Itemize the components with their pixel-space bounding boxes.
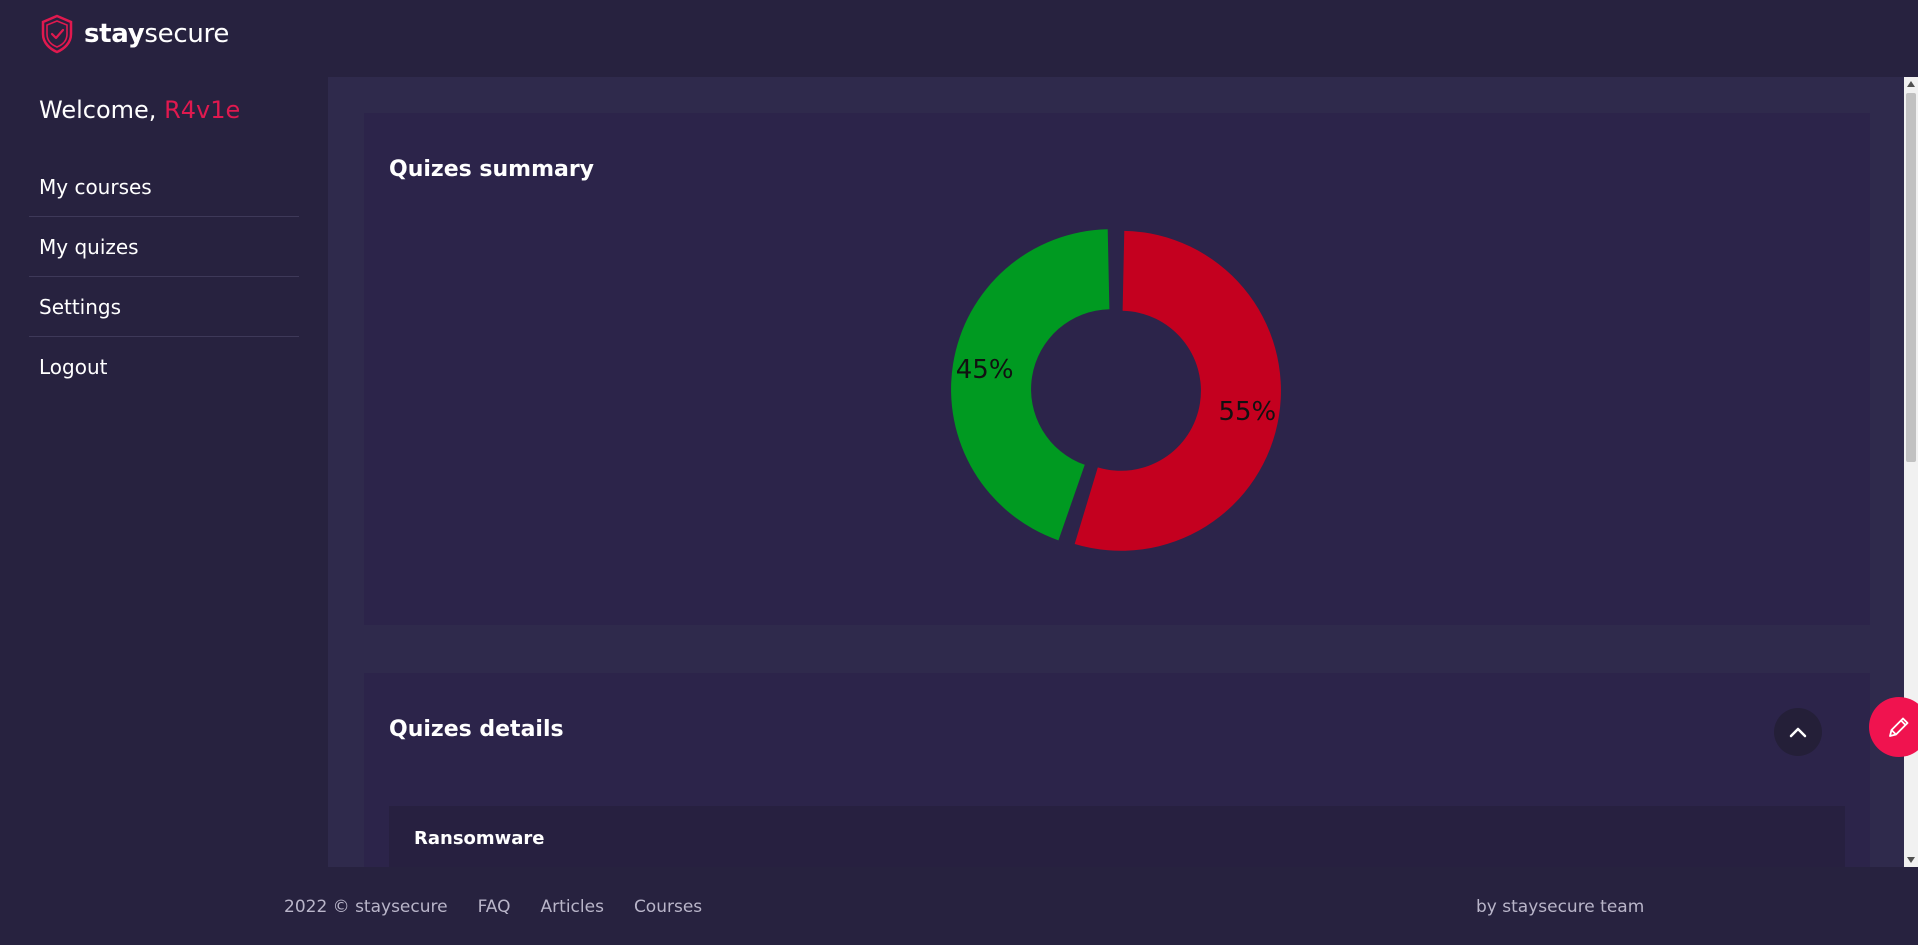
footer-copyright: 2022 © staysecure	[284, 897, 448, 917]
top-bar: staysecure	[0, 0, 1918, 77]
scroll-up-arrow-icon[interactable]	[1907, 81, 1915, 87]
main-content: Quizes summary 55% 45% Quizes details Ran…	[328, 77, 1904, 867]
quiz-item-name: Ransomware	[414, 828, 545, 849]
shield-icon	[41, 14, 73, 54]
sidebar: Welcome, R4v1e My courses My quizes Sett…	[0, 77, 328, 867]
scrollbar-thumb[interactable]	[1906, 93, 1916, 462]
logo[interactable]: staysecure	[40, 14, 229, 54]
scroll-down-arrow-icon[interactable]	[1907, 857, 1915, 863]
sidebar-item-logout[interactable]: Logout	[29, 337, 299, 397]
collapse-toggle-button[interactable]	[1774, 708, 1822, 756]
sidebar-item-my-courses[interactable]: My courses	[29, 157, 299, 217]
username: R4v1e	[164, 96, 241, 124]
sidebar-nav: My courses My quizes Settings Logout	[29, 157, 299, 397]
welcome-message: Welcome, R4v1e	[39, 96, 241, 124]
quizes-summary-card: Quizes summary 55% 45%	[364, 113, 1870, 625]
sidebar-item-settings[interactable]: Settings	[29, 277, 299, 337]
sidebar-item-my-quizes[interactable]: My quizes	[29, 217, 299, 277]
footer-link-articles[interactable]: Articles	[541, 897, 604, 917]
quizes-donut-chart: 55% 45%	[951, 229, 1281, 551]
footer-link-courses[interactable]: Courses	[634, 897, 702, 917]
donut-slice-label: 45%	[956, 355, 1014, 385]
donut-slice-label: 55%	[1218, 397, 1276, 427]
chevron-up-icon	[1789, 727, 1807, 738]
footer-links: 2022 © staysecure FAQ Articles Courses	[284, 897, 702, 917]
logo-text: staysecure	[84, 19, 230, 49]
pencil-icon	[1889, 717, 1909, 737]
footer: 2022 © staysecure FAQ Articles Courses b…	[0, 867, 1918, 945]
quiz-item[interactable]: Ransomware	[389, 806, 1845, 867]
quizes-details-title: Quizes details	[389, 717, 564, 742]
quizes-details-card: Quizes details Ransomware	[364, 673, 1870, 867]
footer-credit: by staysecure team	[1476, 897, 1645, 917]
footer-link-faq[interactable]: FAQ	[478, 897, 511, 917]
